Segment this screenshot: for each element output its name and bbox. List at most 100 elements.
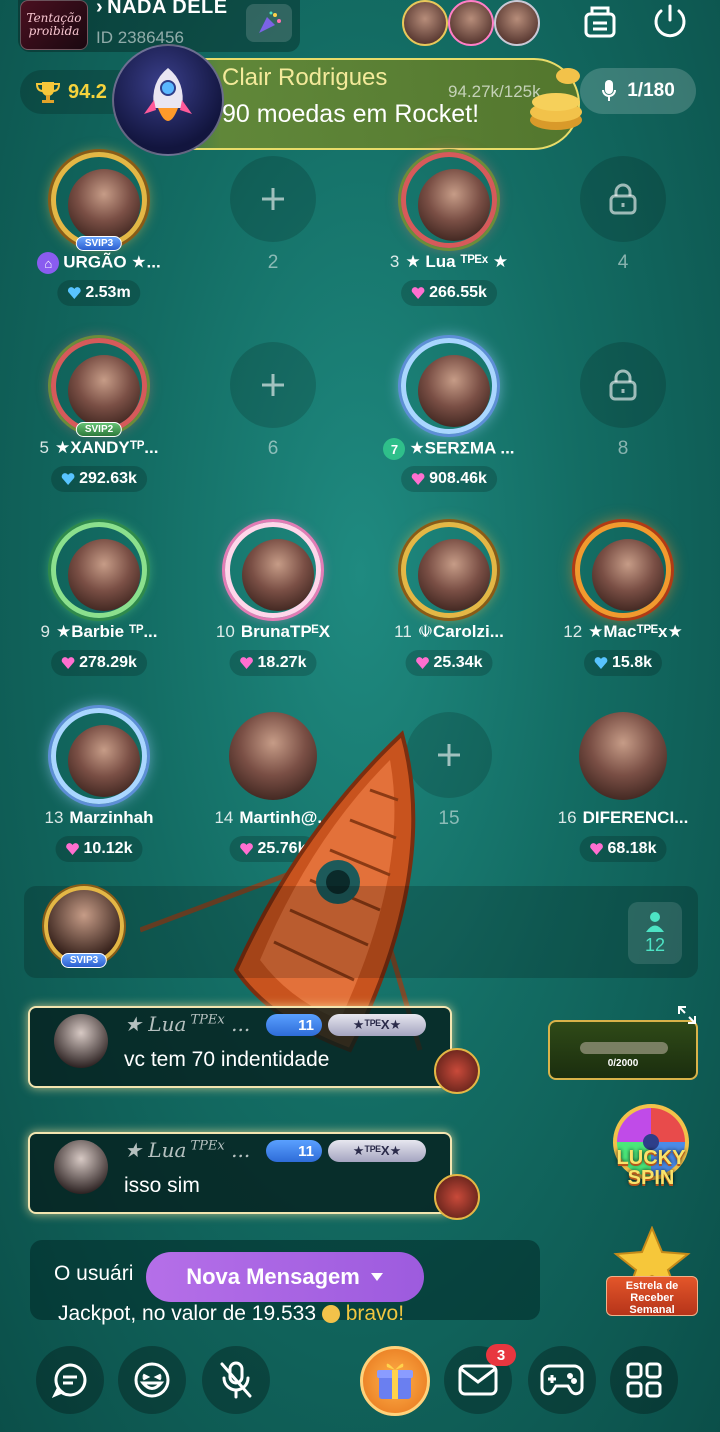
banner-user: Clair Rodrigues [222,64,388,91]
seat-score-value: 266.55k [429,284,487,301]
mic-seat-12[interactable]: 12 ★Macᵀᴾᴱx★ 15.8k [538,512,708,692]
chat-username[interactable]: ★ Lua TPEx ... [124,1012,250,1036]
online-count: 12 [644,934,666,955]
gamepad-icon [540,1364,584,1396]
seat-avatar [592,539,664,611]
svip-badge: SVIP2 [75,422,123,437]
mic-toggle-button[interactable] [202,1346,270,1414]
emoji-button[interactable] [118,1346,186,1414]
seat-avatar-frame[interactable] [401,338,497,434]
mic-seat-7[interactable]: 7 ★SERΣMA ... 908.46k [364,328,534,508]
top-viewer-avatar[interactable] [448,0,494,46]
mic-seat-3[interactable]: 3 ★ Lua ᵀᴾᴱˣ ★ 266.55k [364,142,534,322]
party-popper-icon [259,11,281,33]
seat-username: ☫Carolzi... [417,622,504,641]
top-viewer-avatar[interactable] [494,0,540,46]
seat-avatar [68,539,140,611]
mic-seat-4[interactable]: 4 [538,142,708,322]
lock-icon [609,369,637,401]
mic-seat-9[interactable]: 9 ★Barbie ᵀᴾ... 278.29k [14,512,184,692]
smile-icon [134,1362,170,1398]
seat-label: 12 ★Macᵀᴾᴱx★ [538,622,708,642]
seat-avatar [418,539,490,611]
more-apps-button[interactable] [610,1346,678,1414]
plus-icon [262,188,284,210]
seat-avatar-frame[interactable]: SVIP3 [51,152,147,251]
seat-avatar-frame[interactable] [575,522,671,618]
mic-seat-2[interactable]: 2 [188,142,358,322]
mic-off-icon [220,1361,252,1399]
mic-seat-5[interactable]: SVIP2 5 ★XANDYᵀᴾ... 292.63k [14,328,184,508]
expand-icon[interactable] [676,1004,698,1026]
room-thumbnail[interactable]: Tentação proibida [20,0,88,50]
svip-badge: SVIP3 [75,236,123,251]
seat-score-value: 10.12k [83,840,133,857]
new-message-label: Nova Mensagem [186,1264,360,1289]
heart-icon [61,657,75,669]
party-button[interactable] [246,4,292,42]
empty-seat[interactable] [230,342,316,428]
mic-queue-pill[interactable]: 1/180 [580,68,696,114]
messages-badge: 3 [486,1344,516,1366]
seat-label: 10 BrunaTPᴱX [188,622,358,642]
seat-avatar-frame[interactable] [51,708,147,804]
mic-seat-1[interactable]: SVIP3 ⌂ URGÃO ★... 2.53m [14,142,184,322]
seat-avatar [68,725,140,797]
seat-score: 15.8k [583,650,663,676]
seat-label: 9 ★Barbie ᵀᴾ... [14,622,184,642]
heart-icon [416,657,430,669]
chat-text: vc tem 70 indentidade [124,1048,330,1071]
chat-button[interactable] [36,1346,104,1414]
online-users-button[interactable]: 12 [628,902,682,964]
mic-seat-6[interactable]: 6 [188,328,358,508]
share-room-button[interactable] [578,0,622,44]
heart-icon [411,473,425,485]
level-badge: 11 [266,1140,322,1162]
mic-seat-8[interactable]: 8 [538,328,708,508]
seat-label: 3 ★ Lua ᵀᴾᴱˣ ★ [364,252,534,272]
chat-username[interactable]: ★ Lua TPEx ... [124,1138,250,1162]
empty-seat[interactable] [230,156,316,242]
mic-seat-16[interactable]: 16 DIFERENCI... 68.18k [538,698,708,878]
top-viewer-avatar[interactable] [402,0,448,46]
seat-score: 68.18k [579,836,667,862]
seat-avatar-frame[interactable] [575,708,671,804]
crest-icon [434,1048,480,1094]
visitor-avatar[interactable]: SVIP3 [44,886,124,968]
mic-seat-10[interactable]: 10 BrunaTPᴱX 18.27k [188,512,358,692]
host-house-icon: ⌂ [37,252,60,274]
chat-avatar[interactable] [54,1014,108,1068]
seat-avatar-frame[interactable] [401,152,497,248]
crest-icon [434,1174,480,1220]
seat-avatar-frame[interactable] [401,522,497,618]
mic-count: 1/180 [627,80,675,101]
heart-icon [240,657,254,669]
gift-button[interactable] [360,1346,430,1416]
sys-line2-start: Jackpot, no valor de 19.533 [58,1302,317,1325]
locked-seat[interactable] [580,342,666,428]
chat-username-text: ★ Lua [124,1138,187,1162]
seat-avatar-frame[interactable] [51,522,147,618]
seat-avatar-frame[interactable]: SVIP2 [51,338,147,437]
seat-label: 5 ★XANDYᵀᴾ... [14,438,184,458]
new-message-button[interactable]: Nova Mensagem [146,1252,424,1302]
mic-seat-11[interactable]: 11 ☫Carolzi... 25.34k [364,512,534,692]
chat-avatar[interactable] [54,1140,108,1194]
exit-room-button[interactable] [648,0,692,44]
room-name-text: NADA DELE [107,0,228,18]
games-button[interactable] [528,1346,596,1414]
seat-score: 292.63k [51,466,147,492]
seat-number: 4 [617,252,629,273]
grid-icon [626,1362,662,1398]
locked-seat[interactable] [580,156,666,242]
ellipsis-text: ... [224,1012,251,1036]
chat-username-sup: TPEx [186,1138,225,1154]
level-badge: 11 [266,1014,322,1036]
seat-score-value: 278.29k [79,654,137,671]
seat-avatar-frame[interactable] [225,522,321,618]
seat-username: URGÃO ★... [63,252,161,272]
seat-avatar [68,355,140,427]
seat-score-value: 2.53m [85,284,131,301]
mic-icon [602,80,617,101]
seat-number: 13 [44,808,64,827]
